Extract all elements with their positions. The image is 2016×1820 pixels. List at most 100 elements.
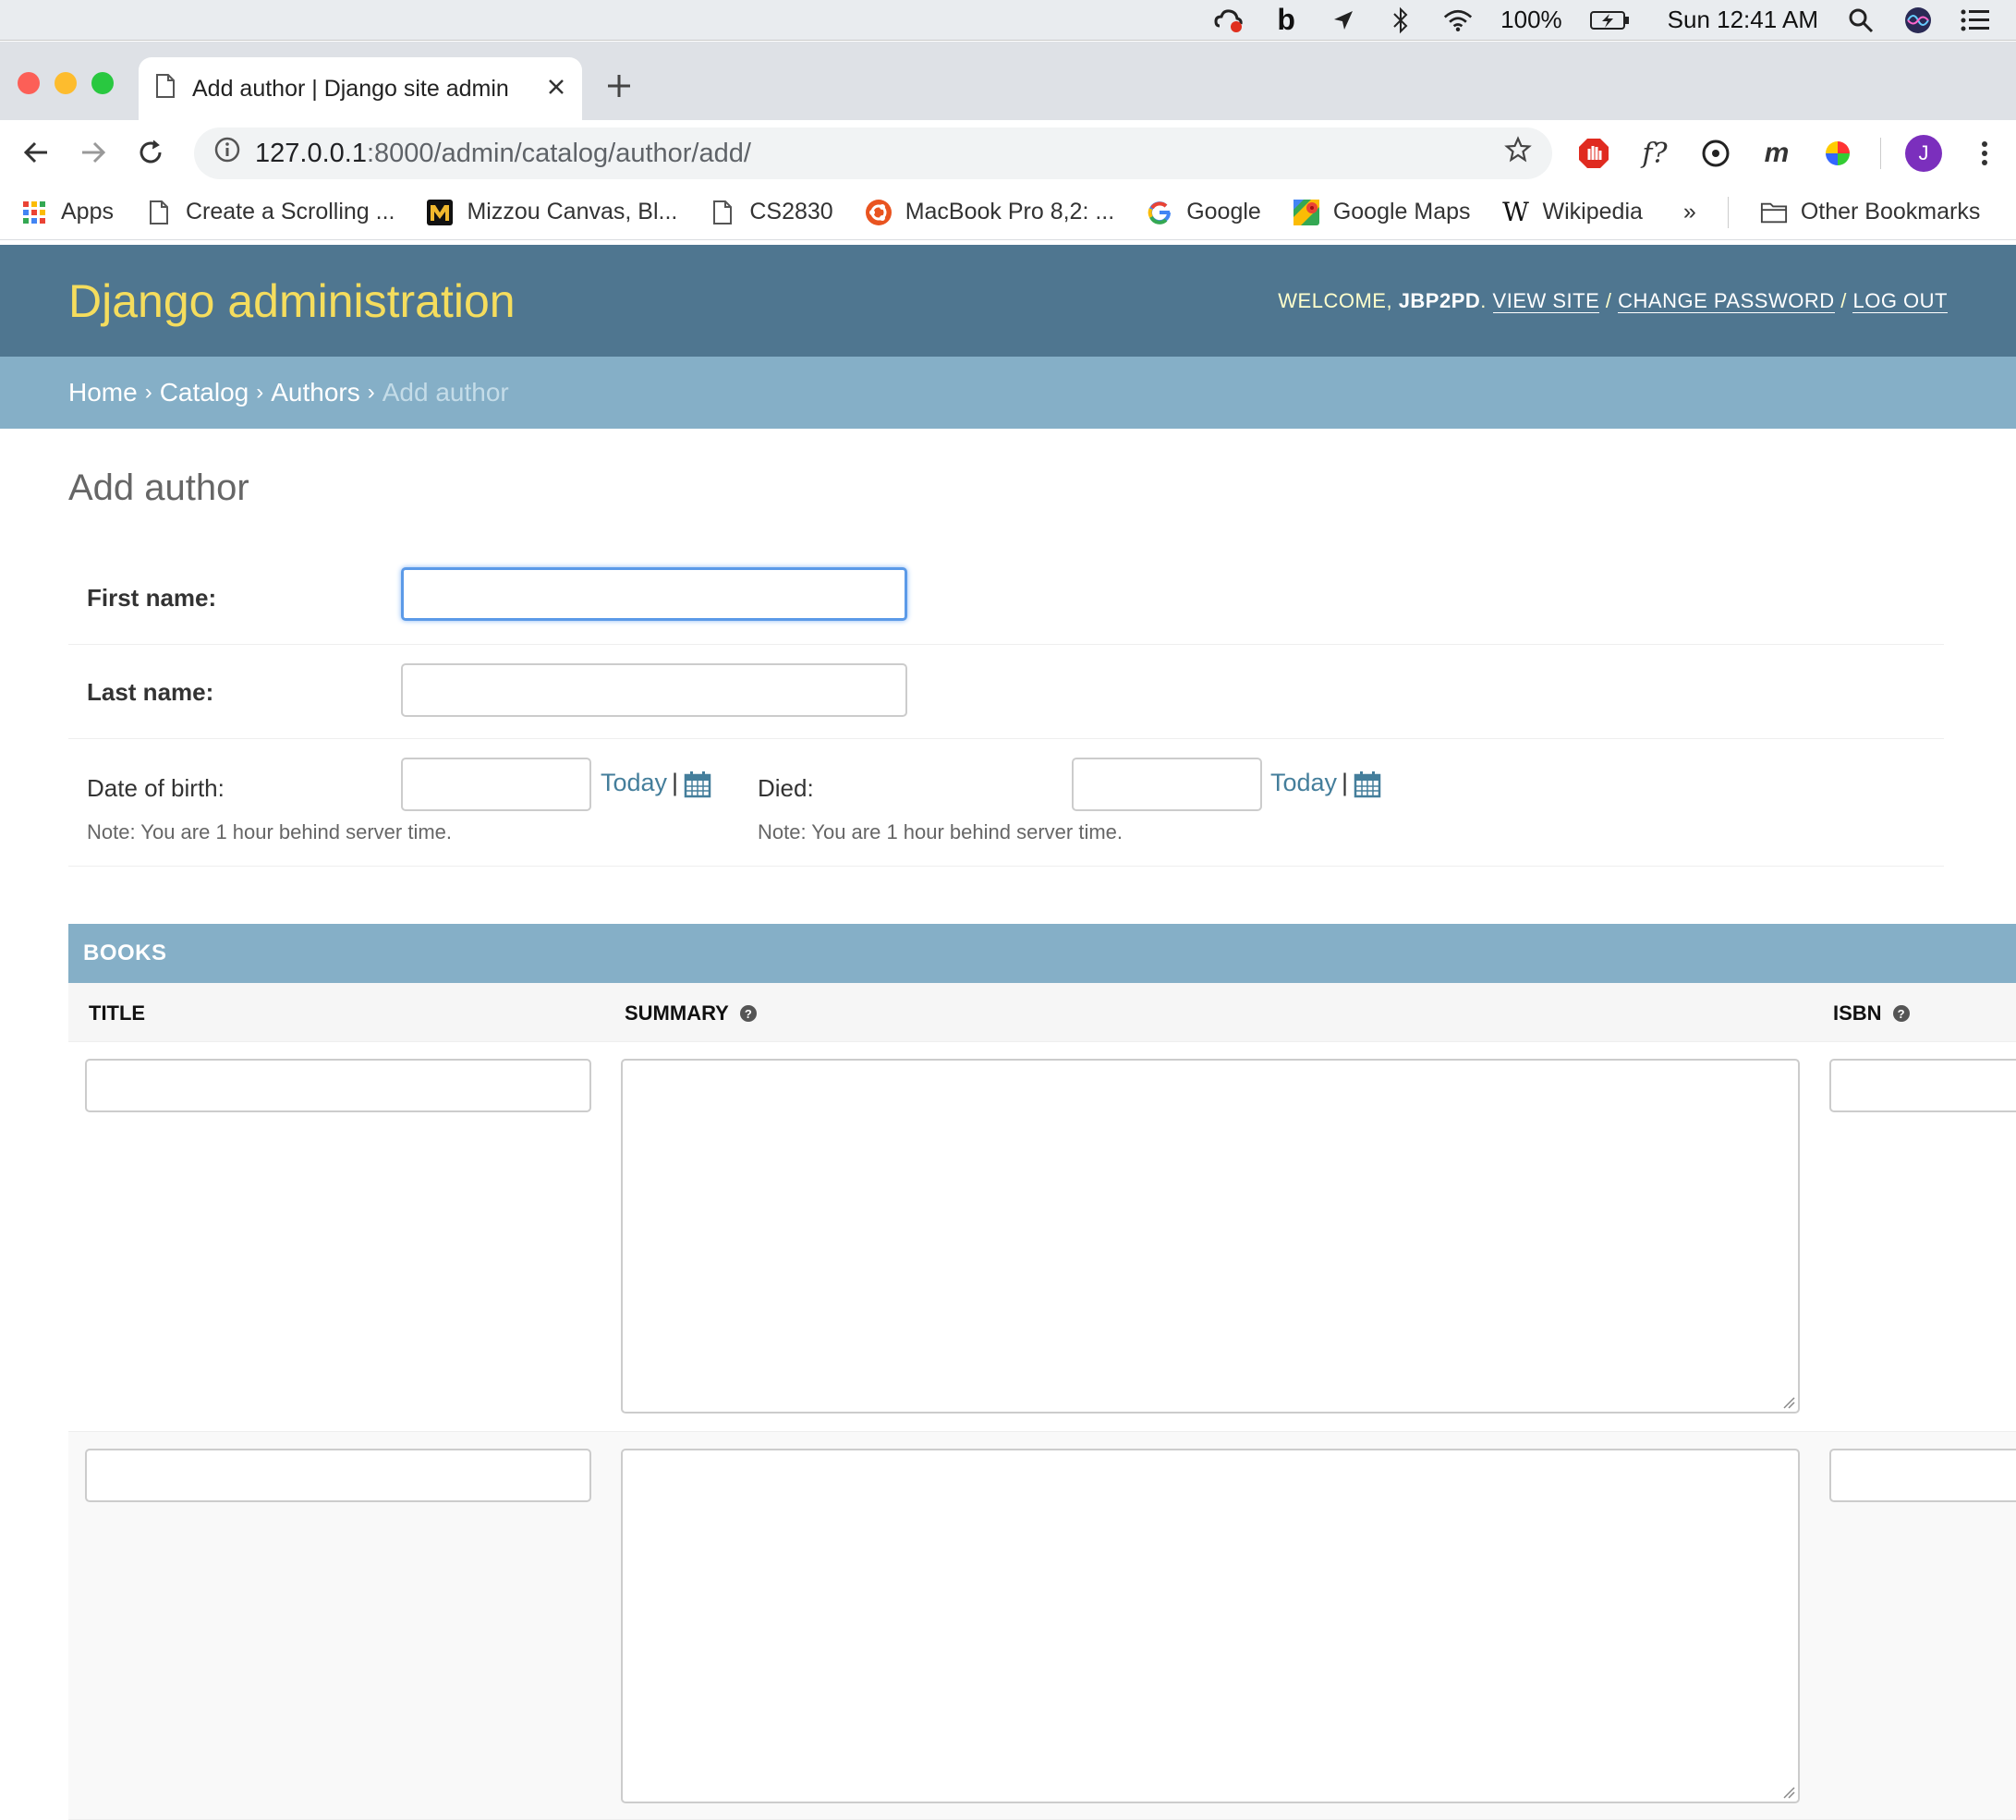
other-bookmarks-label: Other Bookmarks bbox=[1800, 199, 1981, 224]
date-of-birth-field[interactable] bbox=[401, 758, 591, 811]
wikipedia-icon: W bbox=[1502, 197, 1529, 227]
more-bookmarks-button[interactable]: » bbox=[1683, 199, 1696, 225]
log-out-link[interactable]: LOG OUT bbox=[1852, 288, 1948, 313]
minimize-window-button[interactable] bbox=[55, 72, 77, 94]
column-label: ISBN bbox=[1833, 1001, 1882, 1025]
dob-today-link[interactable]: Today bbox=[601, 769, 667, 797]
breadcrumb-separator: › bbox=[256, 380, 264, 405]
maps-icon bbox=[1293, 199, 1320, 226]
close-tab-icon[interactable] bbox=[547, 76, 565, 103]
close-window-button[interactable] bbox=[18, 72, 40, 94]
bluetooth-icon[interactable] bbox=[1386, 6, 1415, 35]
book-isbn-field[interactable] bbox=[1829, 1059, 2016, 1112]
bookmark-label: Mizzou Canvas, Bl... bbox=[467, 199, 678, 224]
bookmark-mizzou[interactable]: Mizzou Canvas, Bl... bbox=[426, 199, 677, 226]
bookmark-label: Google bbox=[1186, 199, 1261, 224]
first-name-label: First name: bbox=[87, 584, 217, 612]
last-name-row: Last name: bbox=[68, 645, 1944, 739]
wifi-icon[interactable] bbox=[1443, 6, 1473, 35]
separator: / bbox=[1840, 288, 1847, 312]
target-extension-icon[interactable] bbox=[1697, 135, 1734, 172]
apps-grid-icon bbox=[20, 199, 48, 226]
site-branding[interactable]: Django administration bbox=[68, 274, 516, 328]
ubuntu-icon bbox=[865, 199, 893, 226]
whatfont-icon[interactable]: f? bbox=[1636, 135, 1673, 172]
google-icon bbox=[1146, 199, 1173, 226]
bookmark-wikipedia[interactable]: W Wikipedia bbox=[1502, 197, 1643, 227]
breadcrumb-catalog[interactable]: Catalog bbox=[160, 378, 249, 407]
book-summary-field[interactable] bbox=[621, 1449, 1800, 1803]
dob-calendar-icon[interactable] bbox=[684, 770, 711, 798]
creative-cloud-icon[interactable] bbox=[1214, 6, 1244, 35]
first-name-field[interactable] bbox=[401, 567, 907, 621]
other-bookmarks[interactable]: Other Bookmarks bbox=[1760, 199, 1981, 226]
address-bar[interactable]: 127.0.0.1:8000/admin/catalog/author/add/ bbox=[194, 127, 1552, 179]
battery-charging-icon[interactable] bbox=[1589, 6, 1631, 35]
book-title-field[interactable] bbox=[85, 1059, 591, 1112]
bookmark-scrolling[interactable]: Create a Scrolling ... bbox=[145, 199, 395, 226]
siri-icon[interactable] bbox=[1903, 6, 1933, 35]
mizzou-icon bbox=[426, 199, 454, 226]
bookmark-macbook[interactable]: MacBook Pro 8,2: ... bbox=[865, 199, 1114, 226]
notification-center-icon[interactable] bbox=[1961, 6, 1990, 35]
browser-toolbar: 127.0.0.1:8000/admin/catalog/author/add/… bbox=[0, 120, 2016, 185]
tab-title: Add author | Django site admin bbox=[192, 75, 509, 102]
url-host: 127.0.0.1 bbox=[255, 138, 367, 168]
bookmark-google[interactable]: Google bbox=[1146, 199, 1261, 226]
resize-grip-icon[interactable] bbox=[1782, 1786, 1795, 1799]
died-calendar-icon[interactable] bbox=[1354, 770, 1381, 798]
b-app-icon[interactable]: b bbox=[1271, 3, 1301, 36]
site-info-icon[interactable] bbox=[214, 137, 240, 170]
macos-menubar: b 100% Sun 12:41 AM bbox=[0, 0, 2016, 41]
page-icon bbox=[145, 199, 173, 226]
breadcrumb-home[interactable]: Home bbox=[68, 378, 138, 407]
first-name-row: First name: bbox=[68, 551, 1944, 645]
help-icon[interactable]: ? bbox=[739, 1005, 757, 1022]
dob-help-text: Note: You are 1 hour behind server time. bbox=[87, 820, 453, 843]
bookmarks-divider bbox=[1727, 196, 1729, 228]
view-site-link[interactable]: VIEW SITE bbox=[1492, 288, 1600, 313]
bookmarks-bar: Apps Create a Scrolling ... Mizzou Canva… bbox=[0, 185, 2016, 240]
help-icon[interactable]: ? bbox=[1892, 1005, 1910, 1022]
new-tab-icon[interactable] bbox=[605, 69, 633, 106]
resize-grip-icon[interactable] bbox=[1782, 1396, 1795, 1409]
change-password-link[interactable]: CHANGE PASSWORD bbox=[1618, 288, 1835, 313]
died-today-link[interactable]: Today bbox=[1270, 769, 1337, 797]
bookmark-star-icon[interactable] bbox=[1504, 136, 1532, 171]
column-header-title: TITLE bbox=[89, 1001, 145, 1025]
died-separator: | bbox=[1342, 769, 1349, 796]
book-summary-field[interactable] bbox=[621, 1059, 1800, 1414]
books-table-header: TITLE SUMMARY ? ISBN ? bbox=[68, 983, 2016, 1042]
dates-row: Date of birth: Today | Note: You are 1 h… bbox=[68, 739, 1944, 867]
page-icon bbox=[155, 73, 176, 105]
profile-avatar[interactable]: J bbox=[1905, 135, 1942, 172]
bookmark-cs2830[interactable]: CS2830 bbox=[709, 199, 833, 226]
book-isbn-field[interactable] bbox=[1829, 1449, 2016, 1502]
bookmark-label: Create a Scrolling ... bbox=[185, 199, 395, 224]
book-title-field[interactable] bbox=[85, 1449, 591, 1502]
username: JBP2PD bbox=[1398, 288, 1481, 312]
period: . bbox=[1480, 288, 1487, 312]
forward-arrow-icon[interactable] bbox=[65, 124, 122, 181]
died-field[interactable] bbox=[1072, 758, 1262, 811]
breadcrumb-authors[interactable]: Authors bbox=[271, 378, 360, 407]
back-arrow-icon[interactable] bbox=[7, 124, 65, 181]
toolbar-divider bbox=[1880, 138, 1881, 169]
adblock-icon[interactable] bbox=[1575, 135, 1612, 172]
location-arrow-icon[interactable] bbox=[1329, 6, 1358, 35]
chrome-menu-icon[interactable] bbox=[1966, 135, 2003, 172]
bookmark-apps[interactable]: Apps bbox=[20, 199, 114, 226]
spotlight-search-icon[interactable] bbox=[1846, 6, 1876, 35]
color-wheel-icon[interactable] bbox=[1819, 135, 1856, 172]
zoom-window-button[interactable] bbox=[91, 72, 114, 94]
reload-icon[interactable] bbox=[122, 124, 179, 181]
browser-tab-active[interactable]: Add author | Django site admin bbox=[139, 57, 582, 120]
mercury-m-icon[interactable]: m bbox=[1758, 135, 1795, 172]
bookmark-label: Google Maps bbox=[1332, 199, 1471, 224]
last-name-field[interactable] bbox=[401, 663, 907, 717]
menubar-clock[interactable]: Sun 12:41 AM bbox=[1668, 6, 1818, 34]
date-of-birth-label: Date of birth: bbox=[87, 774, 225, 802]
bookmark-google-maps[interactable]: Google Maps bbox=[1293, 199, 1471, 226]
dob-separator: | bbox=[672, 769, 679, 796]
folder-icon bbox=[1760, 199, 1788, 226]
